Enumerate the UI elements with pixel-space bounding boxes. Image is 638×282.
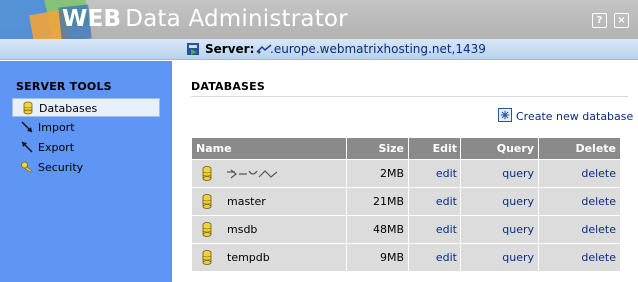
delete-link[interactable]: delete <box>539 188 620 215</box>
app-title-bold: WEB <box>62 6 122 32</box>
db-size: 48MB <box>347 216 409 243</box>
table-header: Name Size Edit Query Delete <box>192 138 620 159</box>
server-bar: Server: .europe.webmatrixhosting.net,143… <box>0 39 638 60</box>
obscured-name-graphic <box>227 169 277 179</box>
db-name-cell: tempdb <box>192 244 347 271</box>
sidebar-item-databases[interactable]: Databases <box>12 98 160 117</box>
databases-table: Name Size Edit Query Delete 2MB edit que… <box>192 138 620 271</box>
help-icon: ? <box>596 15 603 26</box>
delete-link[interactable]: delete <box>539 216 620 243</box>
db-name-cell: msdb <box>192 216 347 243</box>
table-row: tempdb 9MB edit query delete <box>192 243 620 271</box>
edit-link[interactable]: edit <box>409 160 461 187</box>
query-link[interactable]: query <box>461 160 539 187</box>
sidebar-item-import[interactable]: Import <box>12 118 160 137</box>
db-size: 21MB <box>347 188 409 215</box>
column-header-size: Size <box>347 138 409 159</box>
column-header-name: Name <box>192 138 347 159</box>
app-title-rest: Data Administrator <box>125 6 348 32</box>
sidebar: SERVER TOOLS Databases Import Export Sec… <box>0 61 172 282</box>
database-icon <box>202 194 212 209</box>
export-icon <box>21 141 33 153</box>
main-panel: DATABASES Create new database Name Size … <box>172 61 638 282</box>
create-database-label: Create new database <box>516 110 634 123</box>
edit-link[interactable]: edit <box>409 244 461 271</box>
database-icon <box>202 250 212 265</box>
table-row: 2MB edit query delete <box>192 159 620 187</box>
edit-link[interactable]: edit <box>409 188 461 215</box>
database-icon <box>202 166 212 181</box>
new-database-icon <box>498 108 512 122</box>
delete-link[interactable]: delete <box>539 160 620 187</box>
sidebar-item-label: Security <box>38 161 84 174</box>
db-size: 9MB <box>347 244 409 271</box>
delete-link[interactable]: delete <box>539 244 620 271</box>
server-name[interactable]: .europe.webmatrixhosting.net,1439 <box>270 42 486 56</box>
table-row: msdb 48MB edit query delete <box>192 215 620 243</box>
table-row: master 21MB edit query delete <box>192 187 620 215</box>
column-header-delete: Delete <box>575 142 616 155</box>
db-name-cell: master <box>192 188 347 215</box>
server-icon <box>187 43 199 55</box>
query-link[interactable]: query <box>461 188 539 215</box>
sidebar-item-label: Export <box>38 141 75 154</box>
column-header-edit: Edit <box>409 138 461 159</box>
import-icon <box>21 121 33 133</box>
app-window: WEB Data Administrator ? × Server: .europ… <box>0 0 638 282</box>
key-icon <box>21 161 32 173</box>
database-icon <box>202 222 212 237</box>
close-button[interactable]: × <box>614 13 629 28</box>
server-label: Server: <box>205 42 255 56</box>
db-name[interactable]: master <box>227 188 266 215</box>
column-header-query: Query <box>461 138 539 159</box>
app-title: WEB Data Administrator <box>62 6 348 32</box>
sidebar-title: SERVER TOOLS <box>16 80 112 93</box>
sidebar-item-label: Databases <box>39 102 98 115</box>
sidebar-item-export[interactable]: Export <box>12 138 160 157</box>
close-icon: × <box>617 15 626 26</box>
db-name[interactable]: msdb <box>227 216 257 243</box>
db-name-cell <box>192 160 347 187</box>
query-link[interactable]: query <box>461 244 539 271</box>
database-icon <box>23 101 33 115</box>
query-link[interactable]: query <box>461 216 539 243</box>
help-button[interactable]: ? <box>592 13 607 28</box>
edit-link[interactable]: edit <box>409 216 461 243</box>
db-size: 2MB <box>347 160 409 187</box>
divider <box>191 96 628 97</box>
app-header: WEB Data Administrator ? × <box>0 0 638 39</box>
sidebar-item-label: Import <box>38 121 75 134</box>
page-title: DATABASES <box>191 80 266 93</box>
db-name[interactable]: tempdb <box>227 244 270 271</box>
sidebar-item-security[interactable]: Security <box>12 158 160 177</box>
